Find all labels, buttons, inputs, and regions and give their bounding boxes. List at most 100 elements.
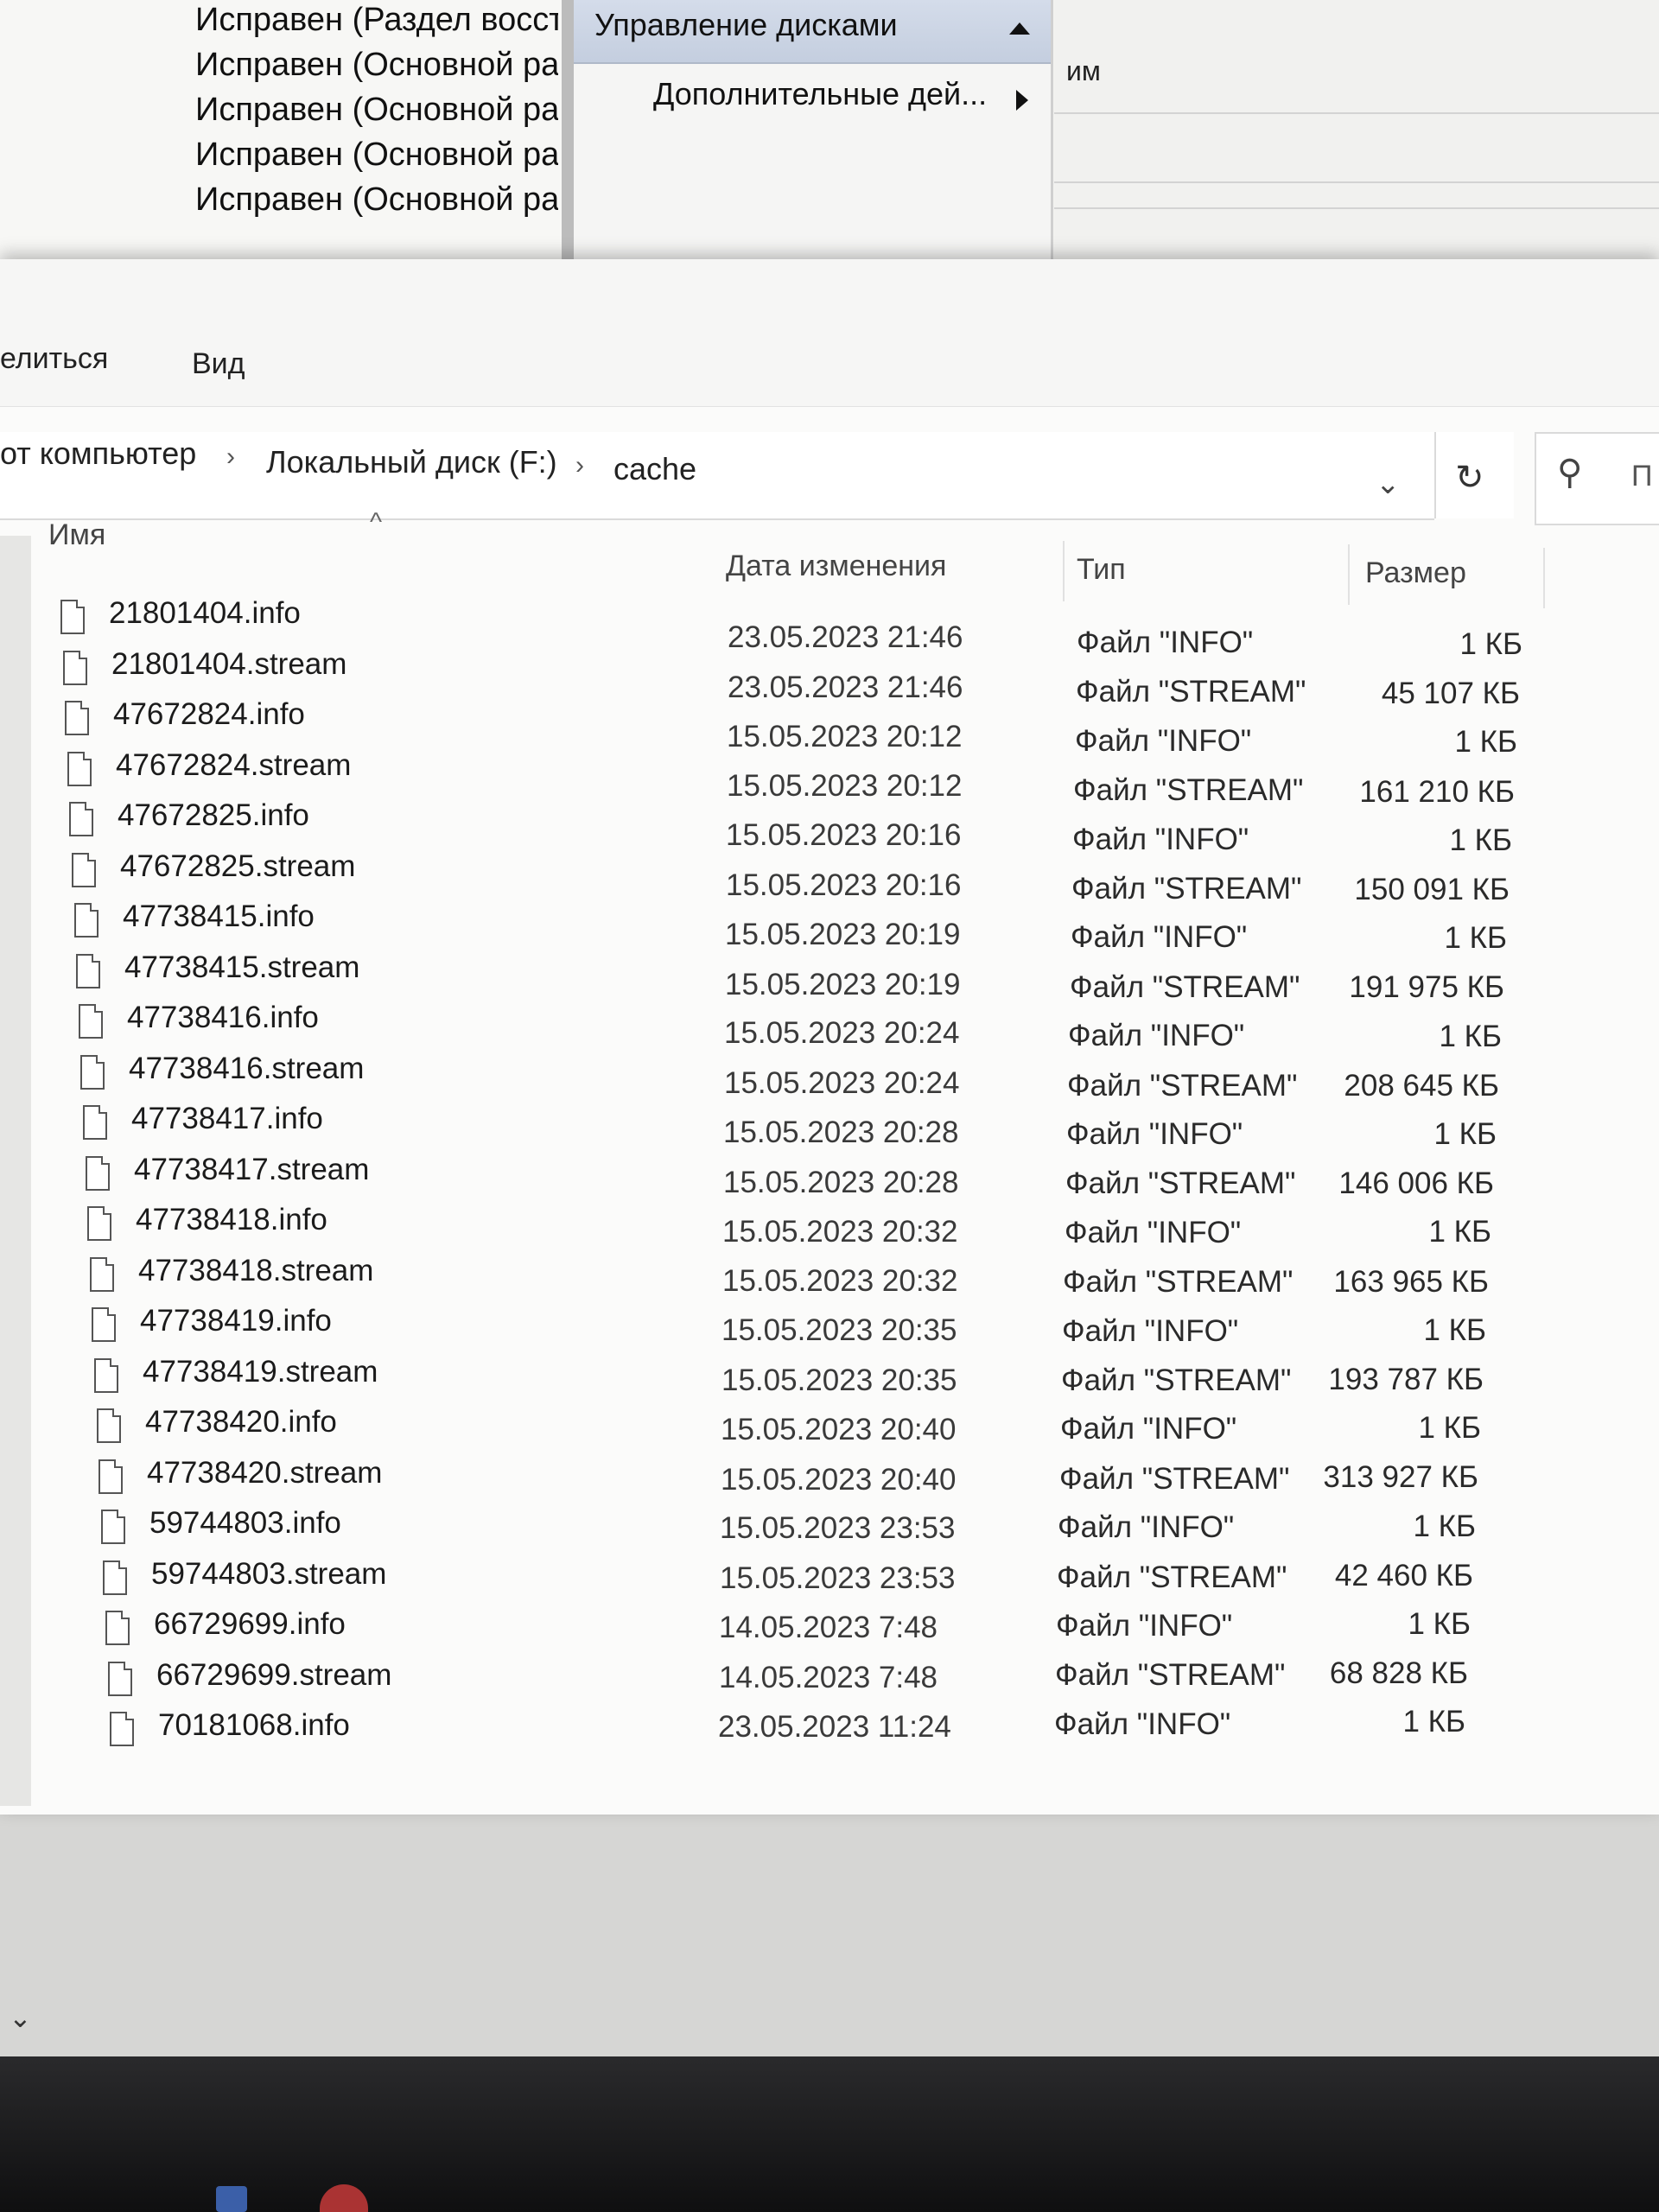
file-row[interactable]: 21801404.info 23.05.2023 21:46 Файл "INFO"… <box>0 596 1555 661</box>
file-icon <box>76 953 100 988</box>
file-date: 15.05.2023 20:16 <box>726 868 962 902</box>
volume-status[interactable]: Исправен (Основной раз <box>195 47 558 84</box>
volume-status[interactable]: Исправен (Основной раз <box>195 92 558 129</box>
volume-status[interactable]: Исправен (Основной раз <box>195 137 558 174</box>
actions-pane: Управление дисками Дополнительные дей... <box>574 0 1053 276</box>
file-name[interactable]: 47672825.stream <box>120 849 355 884</box>
tab-view[interactable]: Вид <box>192 347 245 381</box>
file-row[interactable]: 47672825.stream 15.05.2023 20:16 Файл "STR… <box>0 849 1555 906</box>
file-row[interactable]: 47738417.stream 15.05.2023 20:28 Файл "STR… <box>0 1153 1555 1203</box>
file-name[interactable]: 21801404.info <box>109 596 301 631</box>
file-name[interactable]: 47738420.info <box>145 1405 337 1440</box>
file-name[interactable]: 47738418.info <box>136 1203 327 1237</box>
file-row[interactable]: 47672824.stream 15.05.2023 20:12 Файл "STR… <box>0 748 1555 809</box>
file-name[interactable]: 66729699.info <box>154 1607 346 1642</box>
chevron-down-icon[interactable]: ⌄ <box>9 2001 32 2034</box>
file-name[interactable]: 47738415.stream <box>124 950 359 985</box>
file-type: Файл "INFO" <box>1062 1314 1239 1348</box>
file-name[interactable]: 47738420.stream <box>147 1456 382 1491</box>
breadcrumb-separator-icon[interactable]: › <box>226 442 235 472</box>
actions-header[interactable]: Управление дисками <box>574 0 1051 64</box>
file-row[interactable]: 47738419.stream 15.05.2023 20:35 Файл "STR… <box>0 1355 1555 1405</box>
file-size: 1 КБ <box>1423 1313 1486 1347</box>
pane-divider[interactable] <box>562 0 574 268</box>
file-date: 23.05.2023 11:24 <box>718 1710 951 1744</box>
file-row[interactable]: 47738418.stream 15.05.2023 20:32 Файл "STR… <box>0 1254 1555 1304</box>
file-name[interactable]: 47738419.info <box>140 1304 332 1338</box>
file-row[interactable]: 59744803.info 15.05.2023 23:53 Файл "INFO"… <box>0 1506 1555 1556</box>
file-date: 15.05.2023 20:32 <box>722 1263 958 1298</box>
search-box[interactable]: ⚲ П <box>1535 432 1659 525</box>
file-date: 15.05.2023 20:24 <box>724 1065 960 1100</box>
file-date: 15.05.2023 20:35 <box>721 1363 957 1397</box>
file-size: 191 975 КБ <box>1349 969 1504 1004</box>
taskbar-app-icon[interactable] <box>216 2186 247 2212</box>
file-name[interactable]: 47672824.info <box>113 697 305 732</box>
file-name[interactable]: 59744803.info <box>149 1506 341 1541</box>
file-row[interactable]: 47738415.info 15.05.2023 20:19 Файл "INFO"… <box>0 899 1555 955</box>
file-row[interactable]: 59744803.stream 15.05.2023 23:53 Файл "STR… <box>0 1557 1555 1607</box>
file-icon <box>105 1611 130 1645</box>
file-name[interactable]: 47738417.stream <box>134 1153 369 1187</box>
volume-status[interactable]: Исправен (Раздел восста <box>195 2 558 39</box>
file-row[interactable]: 47738416.stream 15.05.2023 20:24 Файл "STR… <box>0 1052 1555 1103</box>
refresh-button[interactable]: ↻ <box>1434 432 1514 518</box>
file-icon <box>110 1712 134 1746</box>
address-bar[interactable]: от компьютер › Локальный диск (F:) › cac… <box>0 432 1434 520</box>
column-header-type[interactable]: Тип <box>1077 553 1126 587</box>
file-row[interactable]: 70181068.info 23.05.2023 11:24 Файл "INFO"… <box>0 1705 1555 1758</box>
chevron-down-icon[interactable]: ⌄ <box>1376 467 1401 501</box>
file-row[interactable]: 47672825.info 15.05.2023 20:16 Файл "INFO"… <box>0 798 1555 857</box>
column-header-size[interactable]: Размер <box>1365 556 1466 590</box>
file-icon <box>90 1256 114 1292</box>
file-name[interactable]: 47738415.info <box>123 899 315 934</box>
more-actions-item[interactable]: Дополнительные дей... <box>653 76 987 112</box>
file-explorer-window: елиться Вид от компьютер › Локальный дис… <box>0 259 1659 2033</box>
file-type: Файл "INFO" <box>1066 1117 1243 1151</box>
file-name[interactable]: 70181068.info <box>158 1708 350 1743</box>
file-row[interactable]: 47738420.info 15.05.2023 20:40 Файл "INFO"… <box>0 1405 1555 1455</box>
volume-status[interactable]: Исправен (Основной раз <box>195 181 558 219</box>
file-type: Файл "STREAM" <box>1059 1461 1290 1496</box>
file-date: 15.05.2023 20:19 <box>725 918 961 951</box>
file-size: 146 006 КБ <box>1338 1166 1494 1200</box>
breadcrumb-drive[interactable]: Локальный диск (F:) <box>266 444 557 480</box>
file-name[interactable]: 47738419.stream <box>143 1355 378 1389</box>
file-row[interactable]: 47738420.stream 15.05.2023 20:40 Файл "STR… <box>0 1456 1555 1506</box>
divider <box>1054 207 1659 209</box>
file-icon <box>69 802 93 836</box>
file-name[interactable]: 66729699.stream <box>156 1658 391 1693</box>
file-name[interactable]: 47738416.stream <box>129 1052 364 1086</box>
file-name[interactable]: 59744803.stream <box>151 1557 386 1592</box>
column-divider[interactable] <box>1063 541 1065 601</box>
file-name[interactable]: 47738416.info <box>127 1001 319 1035</box>
file-row[interactable]: 66729699.stream 14.05.2023 7:48 Файл "STRE… <box>0 1656 1555 1708</box>
file-row[interactable]: 47738415.stream 15.05.2023 20:19 Файл "STR… <box>0 950 1555 1004</box>
column-header-date[interactable]: Дата изменения <box>726 550 946 583</box>
breadcrumb-folder[interactable]: cache <box>613 451 696 487</box>
file-row[interactable]: 47738416.info 15.05.2023 20:24 Файл "INFO"… <box>0 1001 1555 1053</box>
file-name[interactable]: 47738418.stream <box>138 1254 373 1288</box>
file-row[interactable]: 47672824.info 15.05.2023 20:12 Файл "INFO"… <box>0 697 1555 759</box>
file-row[interactable]: 47738418.info 15.05.2023 20:32 Файл "INFO"… <box>0 1203 1555 1253</box>
file-name[interactable]: 47738417.info <box>131 1102 323 1136</box>
disk-status-column: Исправен (Раздел восста Исправен (Основн… <box>0 0 562 268</box>
breadcrumb-separator-icon[interactable]: › <box>575 451 584 480</box>
sort-ascending-icon: ^ <box>370 508 383 537</box>
tab-share[interactable]: елиться <box>0 342 108 376</box>
file-row[interactable]: 21801404.stream 23.05.2023 21:46 Файл "STR… <box>0 647 1555 710</box>
file-row[interactable]: 66729699.info 14.05.2023 7:48 Файл "INFO" 1… <box>0 1607 1555 1657</box>
file-date: 15.05.2023 20:24 <box>724 1016 960 1050</box>
file-date: 14.05.2023 7:48 <box>719 1611 938 1644</box>
file-row[interactable]: 47738417.info 15.05.2023 20:28 Файл "INFO"… <box>0 1102 1555 1152</box>
breadcrumb-this-pc[interactable]: от компьютер <box>0 435 196 472</box>
file-icon <box>108 1661 132 1696</box>
column-header-name[interactable]: Имя <box>48 518 105 552</box>
collapse-up-icon[interactable] <box>1009 22 1030 35</box>
file-name[interactable]: 47672824.stream <box>116 748 351 783</box>
file-row[interactable]: 47738419.info 15.05.2023 20:35 Файл "INFO"… <box>0 1304 1555 1354</box>
file-icon <box>74 903 99 938</box>
file-icon <box>67 751 92 786</box>
file-name[interactable]: 21801404.stream <box>111 647 346 682</box>
file-name[interactable]: 47672825.info <box>118 798 309 833</box>
